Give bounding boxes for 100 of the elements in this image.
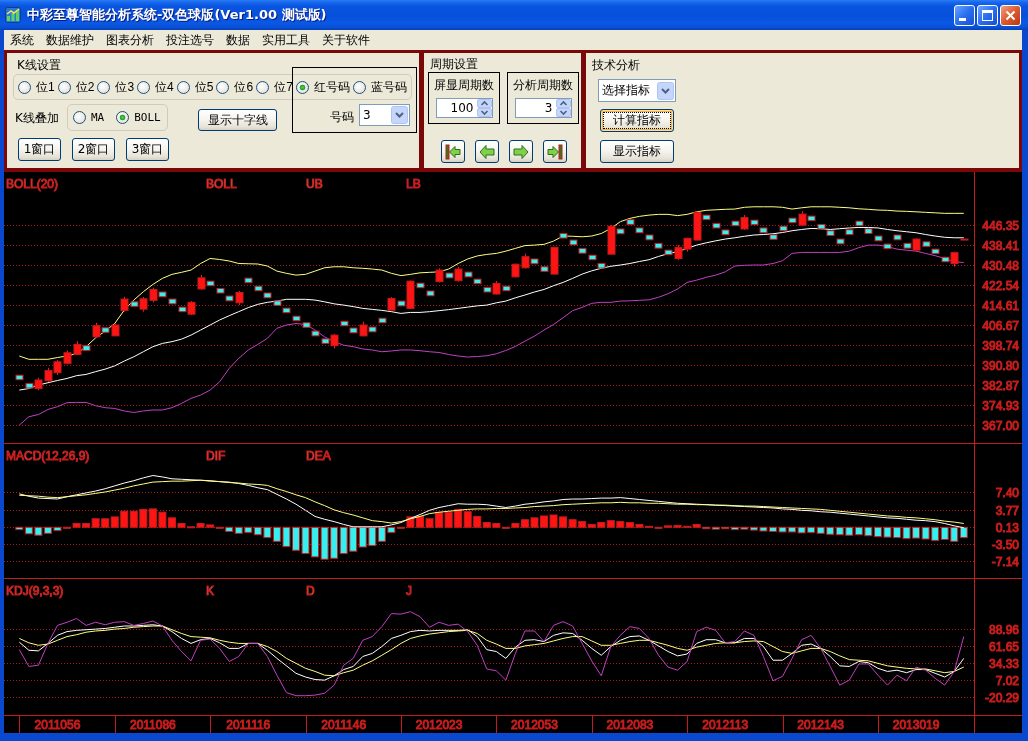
crosshair-button[interactable]: 显示十字线 [198, 109, 277, 131]
number-field[interactable]: 100 [435, 98, 493, 118]
histogram-bar [940, 526, 949, 540]
axis-label: 390.80 [982, 358, 1019, 373]
action-button[interactable]: 计算指标 [600, 109, 674, 132]
action-button[interactable]: 显示指标 [600, 140, 674, 163]
legend-label: LB [406, 177, 421, 191]
radio-button[interactable] [57, 80, 71, 94]
menu-item[interactable]: 图表分析 [100, 32, 160, 48]
candlestick [960, 238, 969, 241]
layout-button[interactable]: 1窗口 [18, 138, 61, 161]
radio-button[interactable] [352, 80, 366, 94]
candlestick [53, 359, 62, 376]
layout-button[interactable]: 3窗口 [126, 138, 169, 161]
radio-button[interactable] [73, 111, 86, 124]
histogram-bar [959, 526, 968, 539]
menu-item[interactable]: 投注选号 [160, 32, 220, 48]
histogram-bar [253, 526, 262, 536]
radio-button[interactable] [176, 80, 190, 94]
radio-button[interactable] [256, 80, 270, 94]
histogram-bar [864, 526, 873, 537]
close-button[interactable] [1000, 4, 1021, 26]
histogram-bar [272, 526, 281, 542]
first-button[interactable] [441, 140, 465, 163]
histogram-bar [101, 518, 110, 528]
candlestick [44, 367, 53, 383]
histogram-bar [129, 510, 138, 528]
histogram-bar [921, 526, 930, 540]
radio-button[interactable] [295, 80, 309, 94]
histogram-bar [320, 526, 329, 560]
radio-button[interactable] [18, 80, 31, 94]
legend-label: K [206, 584, 214, 598]
maximize-button[interactable] [977, 4, 998, 26]
histogram-bar [311, 526, 320, 558]
menu-item[interactable]: 数据 [220, 32, 256, 48]
minimize-button[interactable] [954, 4, 975, 26]
legend-label: DEA [306, 449, 331, 463]
axis-label: 2012113 [702, 718, 749, 732]
menu-item[interactable]: 数据维护 [40, 32, 100, 48]
histogram-bar [349, 526, 358, 552]
dropdown[interactable]: 选择指标 [598, 79, 676, 102]
axis-label: 406.67 [982, 318, 1019, 333]
field-label: 分析周期数 [513, 78, 573, 92]
legend-label: BOLL [206, 177, 237, 191]
next-button[interactable] [509, 140, 533, 163]
group-title: 周期设置 [430, 57, 479, 71]
radio-button[interactable] [97, 80, 111, 94]
arrow-left-icon [479, 143, 495, 160]
window-title: 中彩至尊智能分析系统-双色球版(Ver1.00 测试版) [27, 6, 328, 24]
axis-label: 7.02 [995, 673, 1019, 688]
radio-button[interactable] [216, 80, 230, 94]
axis-label: 446.35 [982, 218, 1019, 233]
caret-icon [391, 106, 408, 124]
histogram-bar [902, 526, 911, 540]
radio-button[interactable] [116, 111, 130, 124]
histogram-bar [826, 526, 835, 535]
menu-item[interactable]: 系统 [4, 32, 40, 48]
axis-label: 61.65 [988, 639, 1019, 654]
menu-item[interactable]: 关于软件 [316, 32, 376, 48]
axis-label: 398.74 [982, 338, 1019, 353]
axis-label: 438.41 [982, 238, 1019, 253]
histogram-bar [301, 526, 310, 555]
number-field[interactable]: 3 [514, 98, 572, 118]
axis-label: 3.77 [995, 503, 1019, 518]
axis-label: -7.14 [991, 554, 1019, 569]
maximize-icon [982, 9, 993, 21]
menu-item[interactable]: 实用工具 [256, 32, 316, 48]
axis-label: -3.50 [991, 537, 1019, 552]
radio-label: 位4 [155, 80, 174, 94]
axis-label: 367.00 [982, 418, 1019, 433]
arrow-right-bar-icon [547, 143, 563, 160]
candlestick [63, 350, 72, 365]
radio-label: 位5 [194, 80, 214, 94]
layout-button[interactable]: 2窗口 [72, 138, 115, 161]
close-icon [1005, 9, 1016, 21]
axis-label: 2011086 [129, 718, 176, 732]
histogram-bar [568, 519, 577, 528]
axis-label: 88.96 [988, 622, 1019, 637]
histogram-bar [559, 516, 568, 528]
histogram-bar [931, 526, 940, 541]
histogram-bar [883, 526, 892, 538]
previous-button[interactable] [475, 140, 499, 163]
legend-label: J [406, 584, 412, 598]
histogram-bar [530, 517, 539, 528]
chart-icon [5, 7, 21, 23]
histogram-bar [444, 511, 453, 528]
arrow-right-icon [513, 143, 529, 160]
histogram-bar [148, 508, 157, 528]
legend-label: DIF [206, 449, 226, 463]
dropdown[interactable]: 3 [359, 104, 410, 126]
radio-label: 位6 [234, 80, 254, 94]
axis-label: 2011116 [226, 718, 271, 732]
axis-label: 430.48 [982, 258, 1019, 273]
radio-label: 蓝号码 [370, 80, 407, 94]
radio-button[interactable] [137, 80, 151, 94]
last-button[interactable] [543, 140, 567, 163]
axis-label: 2012143 [797, 718, 845, 732]
histogram-bar [358, 526, 367, 548]
minimize-icon [959, 17, 966, 21]
field-label: K线叠加 [15, 111, 60, 125]
